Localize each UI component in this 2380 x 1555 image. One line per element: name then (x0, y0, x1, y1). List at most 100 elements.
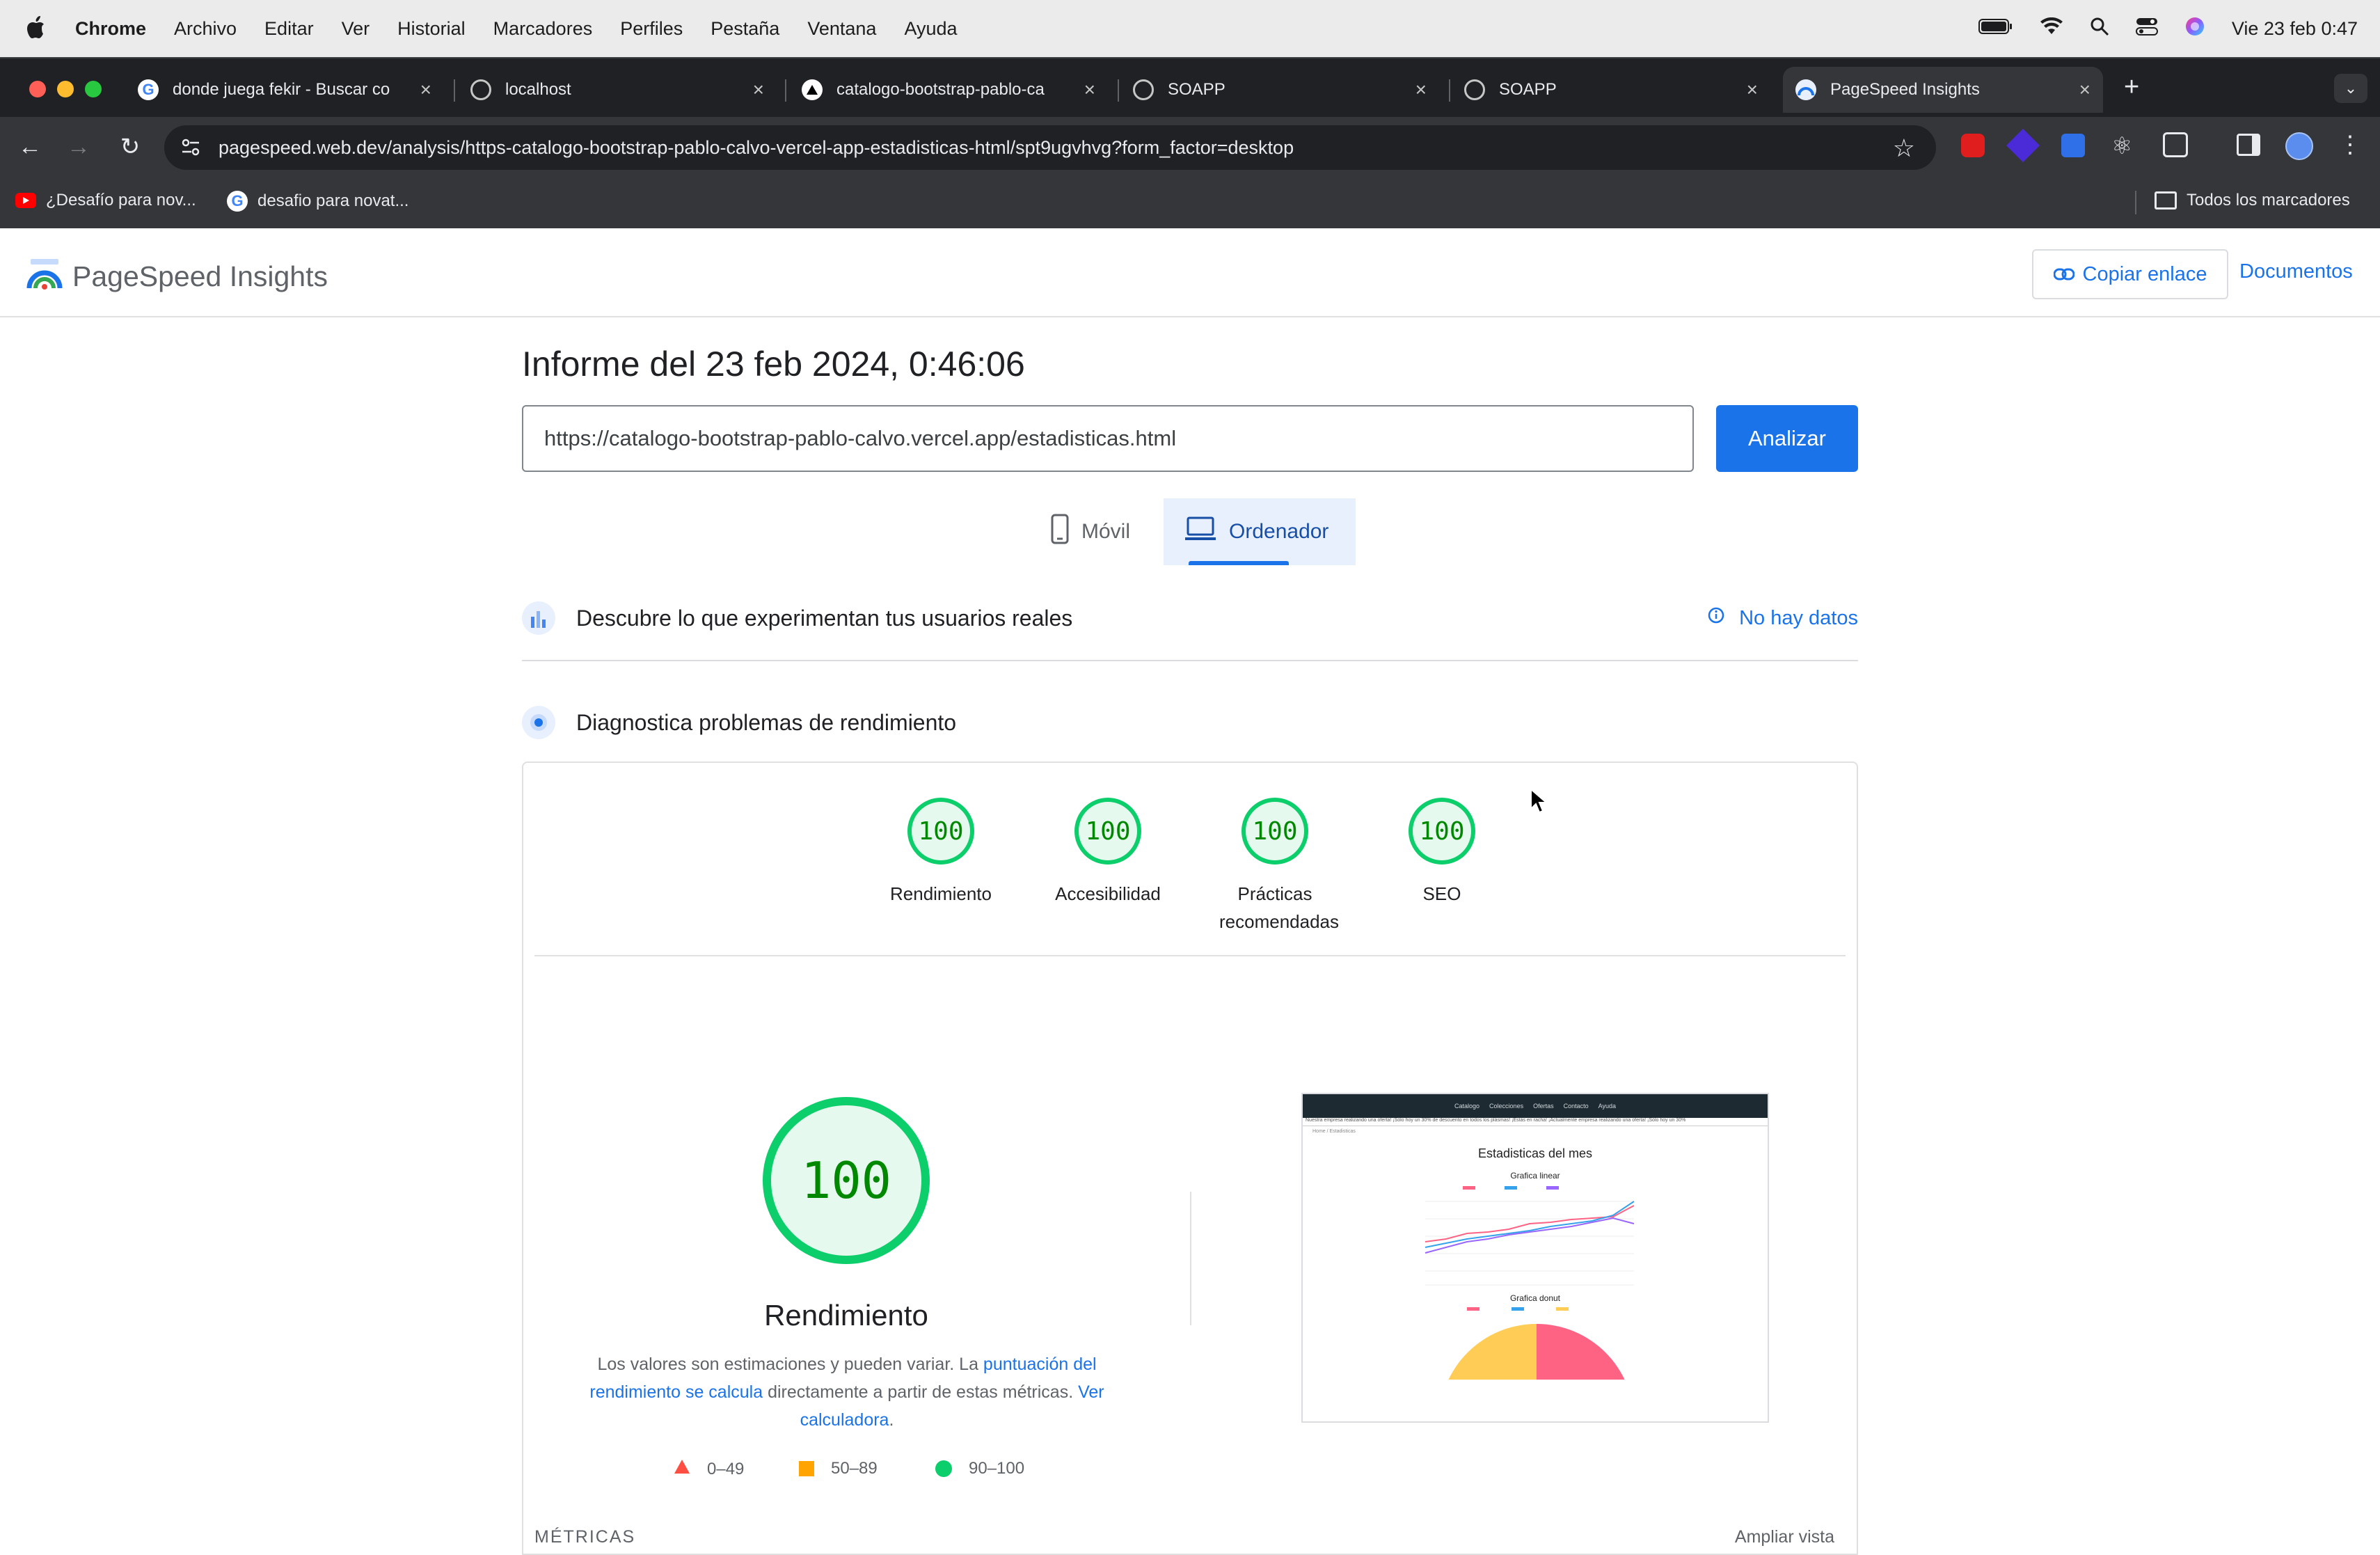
browser-tab[interactable]: catalogo-bootstrap-pablo-ca × (802, 67, 1108, 113)
no-data-link[interactable]: No hay datos (1707, 606, 1858, 630)
circle-icon (935, 1460, 952, 1477)
close-tab-icon[interactable]: × (420, 79, 431, 101)
score-value: 100 (1241, 798, 1308, 865)
browser-tab-active[interactable]: PageSpeed Insights × (1783, 67, 2103, 113)
window-close-button[interactable] (29, 81, 46, 97)
active-tab-indicator (1189, 561, 1289, 565)
psi-logo[interactable]: PageSpeed Insights (26, 255, 328, 298)
extension-icon[interactable] (1961, 134, 1985, 157)
extension-icon[interactable] (2061, 134, 2085, 157)
copy-link-button[interactable]: Copiar enlace (2032, 249, 2228, 299)
siri-icon[interactable] (2184, 16, 2205, 42)
close-tab-icon[interactable]: × (2079, 79, 2091, 101)
menu-archivo[interactable]: Archivo (174, 18, 237, 40)
metrics-heading: MÉTRICAS (534, 1527, 636, 1547)
bookmarks-separator (2135, 191, 2136, 214)
tab-title: SOAPP (1168, 80, 1225, 99)
score-legend-average: 50–89 (799, 1459, 878, 1478)
bookmark-star-icon[interactable]: ☆ (1893, 134, 1915, 163)
window-minimize-button[interactable] (57, 81, 74, 97)
new-tab-button[interactable]: + (2124, 72, 2139, 102)
control-center-icon[interactable] (2135, 17, 2158, 41)
spotlight-search-icon[interactable] (2090, 17, 2109, 41)
close-tab-icon[interactable]: × (1415, 79, 1427, 101)
tab-separator (1118, 79, 1119, 102)
diagnose-label: Diagnostica problemas de rendimiento (576, 709, 957, 735)
browser-tab[interactable]: G donde juega fekir - Buscar co × (138, 67, 444, 113)
macos-menubar: Chrome Archivo Editar Ver Historial Marc… (0, 0, 2380, 57)
extension-icon[interactable] (2006, 128, 2040, 163)
apple-icon[interactable] (25, 15, 49, 42)
menu-ver[interactable]: Ver (342, 18, 370, 40)
browser-tab[interactable]: localhost × (470, 67, 777, 113)
profile-avatar[interactable] (2285, 132, 2313, 160)
wifi-icon[interactable] (2040, 17, 2063, 40)
performance-description: Los valores son estimaciones y pueden va… (586, 1350, 1108, 1434)
menu-historial[interactable]: Historial (397, 18, 466, 40)
thumb-nav-item: Colecciones (1489, 1103, 1524, 1110)
score-gauge-accessibility[interactable]: 100 Accesibilidad (1024, 798, 1191, 908)
expand-view-toggle[interactable]: Ampliar vista (1735, 1527, 1834, 1547)
address-url[interactable]: pagespeed.web.dev/analysis/https-catalog… (219, 137, 1294, 159)
all-bookmarks-label: Todos los marcadores (2187, 191, 2350, 210)
docs-link[interactable]: Documentos (2239, 260, 2353, 283)
score-gauge-best-practices[interactable]: 100 Prácticas recomendadas (1191, 798, 1358, 936)
bookmarks-bar: ¿Desafío para nov... G desafio para nova… (0, 177, 2380, 228)
analyze-button[interactable]: Analizar (1716, 405, 1858, 472)
browser-tab[interactable]: SOAPP × (1133, 67, 1439, 113)
menu-pestana[interactable]: Pestaña (711, 18, 779, 40)
menubar-clock[interactable]: Vie 23 feb 0:47 (2232, 18, 2358, 40)
field-data-label: Descubre lo que experimentan tus usuario… (576, 605, 1073, 631)
vercel-icon (802, 79, 823, 100)
psi-header: PageSpeed Insights Copiar enlace Documen… (0, 228, 2380, 317)
menu-marcadores[interactable]: Marcadores (493, 18, 593, 40)
bookmark-item[interactable]: G desafio para novat... (227, 191, 408, 212)
menu-app-name[interactable]: Chrome (75, 18, 146, 40)
close-tab-icon[interactable]: × (1084, 79, 1095, 101)
menu-perfiles[interactable]: Perfiles (620, 18, 683, 40)
score-label: Rendimiento (890, 883, 992, 904)
window-zoom-button[interactable] (85, 81, 102, 97)
pagespeed-icon (1795, 79, 1816, 100)
menu-ayuda[interactable]: Ayuda (904, 18, 957, 40)
triangle-icon (674, 1459, 690, 1479)
thumb-navbar: Catalogo Colecciones Ofertas Contacto Ay… (1303, 1094, 1768, 1118)
no-data-label: No hay datos (1739, 606, 1858, 629)
battery-icon[interactable] (1978, 18, 2013, 40)
menu-ventana[interactable]: Ventana (807, 18, 876, 40)
section-divider (522, 660, 1858, 661)
bookmark-item[interactable]: ¿Desafío para nov... (15, 191, 196, 210)
menu-editar[interactable]: Editar (264, 18, 314, 40)
globe-icon (1133, 79, 1154, 100)
chrome-menu-icon[interactable]: ⋮ (2338, 131, 2362, 159)
users-chart-icon (522, 601, 555, 635)
laptop-icon (1184, 516, 1216, 547)
thumb-donut-chart (1448, 1307, 1625, 1380)
tab-desktop[interactable]: Ordenador (1164, 498, 1356, 565)
score-gauge-performance[interactable]: 100 Rendimiento (857, 798, 1024, 908)
globe-icon (470, 79, 491, 100)
side-panel-icon[interactable] (2237, 134, 2260, 156)
back-button[interactable]: ← (15, 132, 45, 161)
extensions-puzzle-icon[interactable] (2163, 132, 2188, 157)
bookmark-label: desafio para novat... (257, 191, 409, 210)
desc-text: directamente a partir de estas métricas. (763, 1382, 1079, 1402)
pagespeed-logo-icon (26, 255, 63, 298)
react-devtools-icon[interactable]: ⚛ (2111, 132, 2132, 160)
tab-search-button[interactable]: ⌄ (2334, 74, 2367, 103)
all-bookmarks-button[interactable]: Todos los marcadores (2155, 191, 2350, 210)
tab-mobile[interactable]: Móvil (1051, 498, 1130, 565)
reload-button[interactable]: ↻ (116, 132, 145, 161)
final-screenshot-thumbnail[interactable]: Catalogo Colecciones Ofertas Contacto Ay… (1301, 1093, 1769, 1423)
address-bar[interactable]: pagespeed.web.dev/analysis/https-catalog… (164, 125, 1936, 170)
score-gauge-seo[interactable]: 100 SEO (1358, 798, 1525, 908)
browser-tab[interactable]: SOAPP × (1464, 67, 1770, 113)
close-tab-icon[interactable]: × (753, 79, 764, 101)
smartphone-icon (1051, 514, 1069, 550)
url-input[interactable]: https://catalogo-bootstrap-pablo-calvo.v… (522, 405, 1694, 472)
psi-logo-text: PageSpeed Insights (72, 260, 328, 292)
site-info-icon[interactable] (180, 136, 202, 162)
close-tab-icon[interactable]: × (1747, 79, 1758, 101)
tab-title: donde juega fekir - Buscar co (173, 80, 390, 99)
forward-button[interactable]: → (64, 132, 93, 161)
